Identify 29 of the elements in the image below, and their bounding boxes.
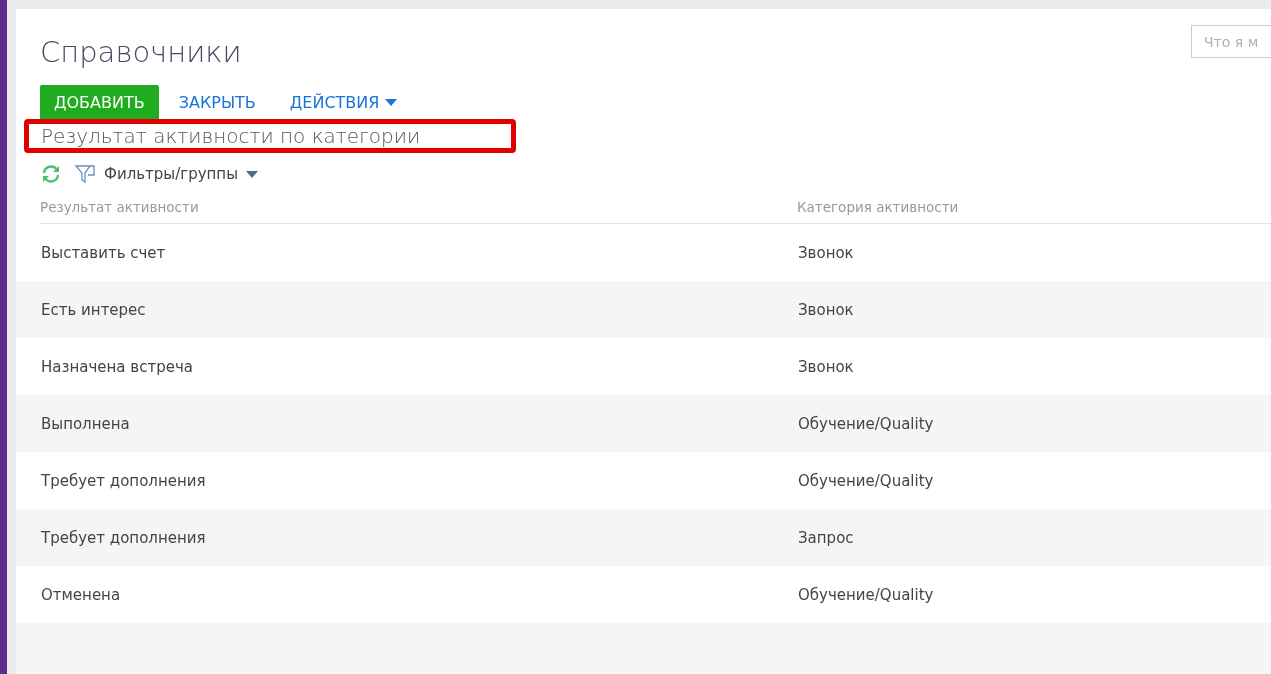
refresh-icon[interactable] — [40, 163, 62, 185]
table-cell-text: Выполнена — [41, 414, 131, 433]
column-header: Категория активности — [797, 199, 960, 215]
filters-groups-button[interactable]: Фильтры/группы — [74, 163, 258, 185]
caret-icon — [246, 170, 258, 178]
filter-icon — [74, 163, 96, 185]
actions-dropdown[interactable]: ДЕЙСТВИЯ — [275, 85, 412, 119]
table-row[interactable]: Требует дополнения Запрос — [16, 509, 1271, 566]
table-cell-text: Есть интерес — [41, 300, 147, 319]
table-row[interactable]: Есть интерес Звонок — [16, 281, 1271, 338]
column-header: Результат активности — [40, 199, 200, 215]
page-title: Справочники — [40, 35, 242, 69]
table-cell-text: Звонок — [798, 243, 855, 262]
table-cell-text: Назначена встреча — [41, 357, 194, 376]
table-cell-text: Обучение/Quality — [798, 471, 935, 490]
table-row[interactable]: Выполнена Обучение/Quality — [16, 395, 1271, 452]
table-cell-text: Звонок — [798, 357, 855, 376]
table-cell-text: Выставить счет — [41, 243, 167, 262]
table-cell-text: Требует дополнения — [41, 528, 207, 547]
section-title: Результат активности по категории — [24, 119, 516, 153]
table-cell-text: Звонок — [798, 300, 855, 319]
caret-icon — [385, 98, 398, 106]
table-cell-text: Требует дополнения — [41, 471, 207, 490]
close-button[interactable]: ЗАКРЫТЬ — [164, 85, 270, 119]
search-field[interactable]: Что я м — [1191, 25, 1271, 58]
table-cell-text: Запрос — [798, 528, 855, 547]
table-cell-text: Обучение/Quality — [798, 414, 935, 433]
table-cell-text: Отменена — [41, 585, 122, 604]
table-cell-text: Обучение/Quality — [798, 585, 935, 604]
